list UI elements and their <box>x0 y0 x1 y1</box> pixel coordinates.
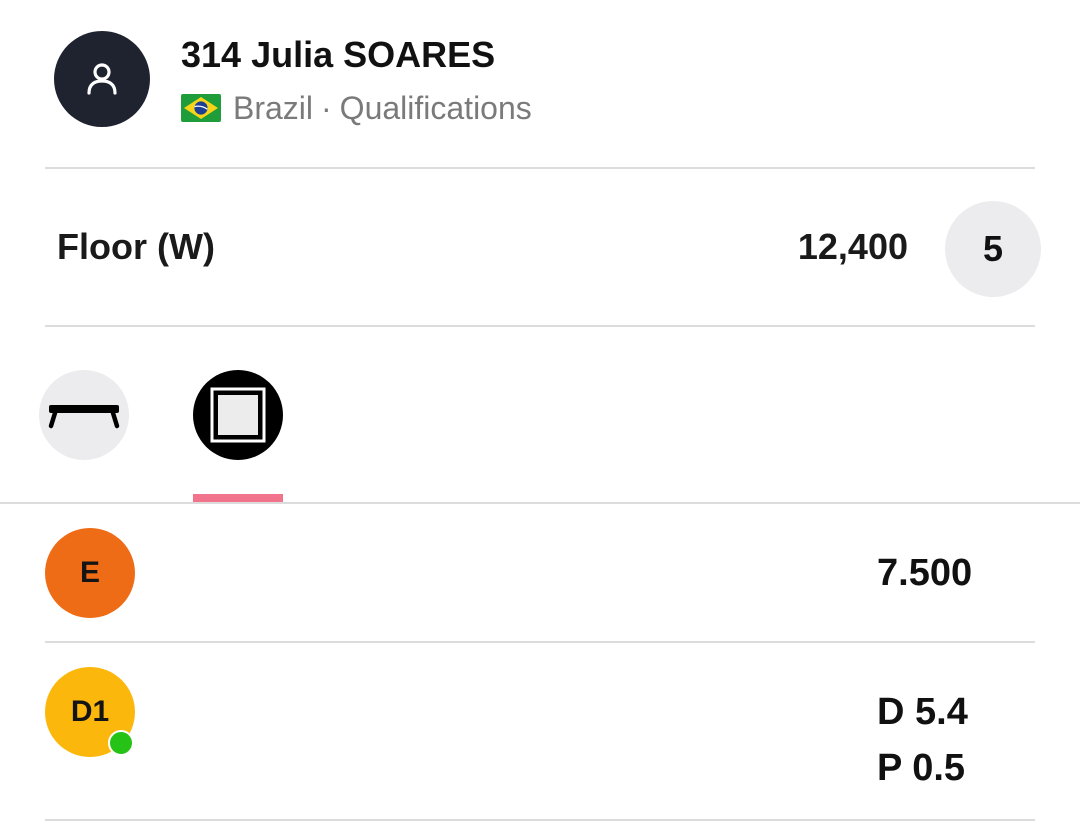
judge-e-badge: E <box>45 528 135 618</box>
online-status-dot <box>108 730 134 756</box>
tabs-divider <box>0 502 1080 504</box>
athlete-avatar <box>54 31 150 127</box>
active-tab-indicator <box>193 494 283 502</box>
apparatus-divider <box>45 325 1035 327</box>
judge-e-score: 7.500 <box>877 552 973 594</box>
person-icon <box>87 63 117 95</box>
balance-beam-icon <box>48 405 120 429</box>
judge-d1-divider <box>45 819 1035 821</box>
tab-floor-exercise[interactable] <box>193 370 283 460</box>
subtitle-separator: · <box>321 89 332 126</box>
floor-exercise-icon <box>210 387 266 443</box>
judge-d1-difficulty-score: D 5.4 <box>877 691 968 733</box>
athlete-subtitle: Brazil · Qualifications <box>181 88 532 128</box>
judge-d1-penalty-score: P 0.5 <box>877 747 966 789</box>
header-divider <box>45 167 1035 169</box>
brazil-flag-icon <box>181 94 221 122</box>
tab-balance-beam[interactable] <box>39 370 129 460</box>
competition-phase: Qualifications <box>339 89 532 126</box>
athlete-country: Brazil <box>233 89 314 126</box>
rank-badge: 5 <box>945 201 1041 297</box>
apparatus-label: Floor (W) <box>57 226 215 267</box>
judge-e-divider <box>45 641 1035 643</box>
apparatus-total-score: 12,400 <box>797 226 908 267</box>
athlete-name: 314 Julia SOARES <box>181 34 496 75</box>
